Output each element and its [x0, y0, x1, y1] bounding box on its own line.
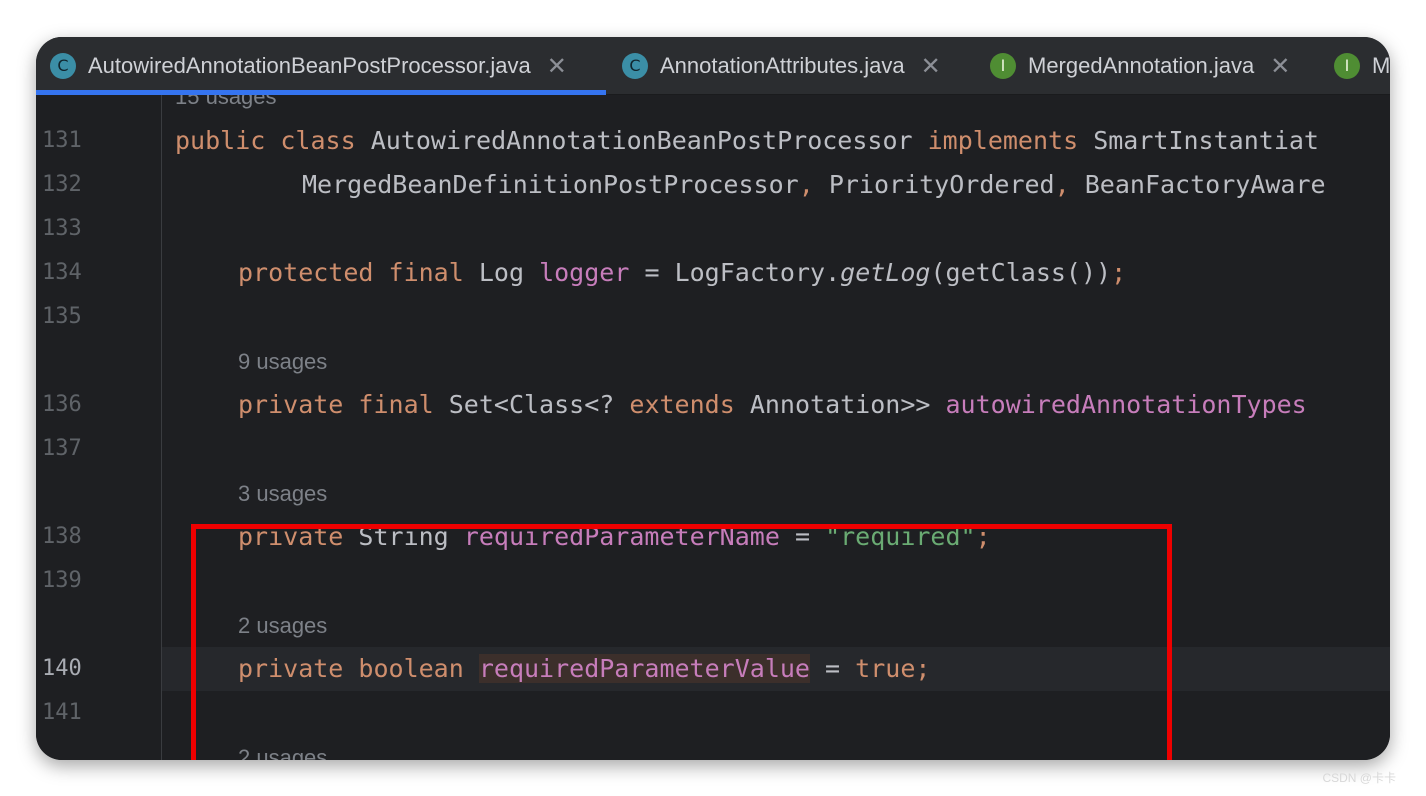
line-number: 131: [42, 128, 82, 153]
interface-icon: I: [1334, 52, 1360, 79]
type-name: Annotation>>: [749, 390, 931, 419]
type-name: SmartInstantiat: [1093, 126, 1319, 155]
operator: =: [644, 258, 660, 287]
line-number: 137: [42, 436, 82, 461]
class-ref: LogFactory.: [674, 258, 841, 287]
field-name: logger: [539, 258, 630, 287]
tab-label: AnnotationAttributes.java: [660, 52, 905, 78]
line-number: 135: [42, 304, 82, 329]
field-name: autowiredAnnotationTypes: [945, 390, 1307, 419]
class-icon: C: [622, 52, 648, 79]
tab-label: M: [1372, 52, 1390, 78]
gutter-separator: [161, 95, 162, 760]
line-number: 133: [42, 216, 82, 241]
line-number: 132: [42, 172, 82, 197]
usages-hint[interactable]: 15 usages: [175, 95, 277, 119]
type-name: MergedBeanDefinitionPostProcessor: [302, 170, 799, 199]
keyword: implements: [927, 126, 1079, 155]
call-args: (getClass()): [930, 258, 1112, 287]
keyword: extends: [629, 390, 735, 419]
close-icon[interactable]: ✕: [1270, 52, 1290, 80]
type-name: PriorityOrdered: [828, 170, 1055, 199]
type-name: BeanFactoryAware: [1084, 170, 1326, 199]
class-icon: C: [50, 52, 76, 79]
type-name: Log: [478, 258, 525, 287]
annotation-highlight-box: [191, 524, 1172, 760]
semicolon: ;: [1111, 258, 1127, 287]
type-name: Set<Class<?: [448, 390, 615, 419]
usages-hint[interactable]: 9 usages: [238, 340, 327, 384]
keyword: class: [280, 126, 356, 155]
interface-icon: I: [990, 52, 1016, 79]
watermark: CSDN @卡卡: [1322, 771, 1396, 785]
keyword: public: [175, 126, 266, 155]
line-number: 138: [42, 524, 82, 549]
ide-window: C AutowiredAnnotationBeanPostProcessor.j…: [36, 37, 1390, 760]
code-line-134: protected final Log logger = LogFactory.…: [238, 251, 1126, 295]
close-icon[interactable]: ✕: [921, 52, 941, 80]
line-number-current: 140: [42, 656, 82, 681]
line-number: 136: [42, 392, 82, 417]
method-call: getLog: [840, 258, 931, 287]
tab-label: MergedAnnotation.java: [1028, 52, 1255, 78]
line-number: 134: [42, 260, 82, 285]
tab-merged-annotation[interactable]: I MergedAnnotation.java ✕: [990, 37, 1290, 94]
comma: ,: [798, 170, 814, 199]
keyword: protected: [238, 258, 374, 287]
code-line-131: public class AutowiredAnnotationBeanPost…: [175, 119, 1319, 163]
keyword: private: [238, 390, 344, 419]
close-icon[interactable]: ✕: [547, 52, 567, 80]
editor-tab-bar: C AutowiredAnnotationBeanPostProcessor.j…: [36, 37, 1390, 95]
class-name: AutowiredAnnotationBeanPostProcessor: [370, 126, 913, 155]
comma: ,: [1054, 170, 1070, 199]
keyword: final: [358, 390, 434, 419]
code-editor[interactable]: 131 132 133 134 135 136 137 138 139 140 …: [36, 95, 1390, 760]
code-line-132: MergedBeanDefinitionPostProcessor, Prior…: [302, 163, 1326, 207]
usages-hint[interactable]: 3 usages: [238, 472, 327, 516]
tab-autowired-annotation-bean-post-processor[interactable]: C AutowiredAnnotationBeanPostProcessor.j…: [50, 37, 567, 94]
line-number: 141: [42, 700, 82, 725]
tab-label: AutowiredAnnotationBeanPostProcessor.jav…: [88, 52, 531, 78]
code-line-136: private final Set<Class<? extends Annota…: [238, 383, 1307, 427]
tab-annotation-attributes[interactable]: C AnnotationAttributes.java ✕: [622, 37, 941, 94]
tab-overflow-partial[interactable]: I M: [1334, 37, 1390, 94]
line-number: 139: [42, 568, 82, 593]
keyword: final: [388, 258, 464, 287]
